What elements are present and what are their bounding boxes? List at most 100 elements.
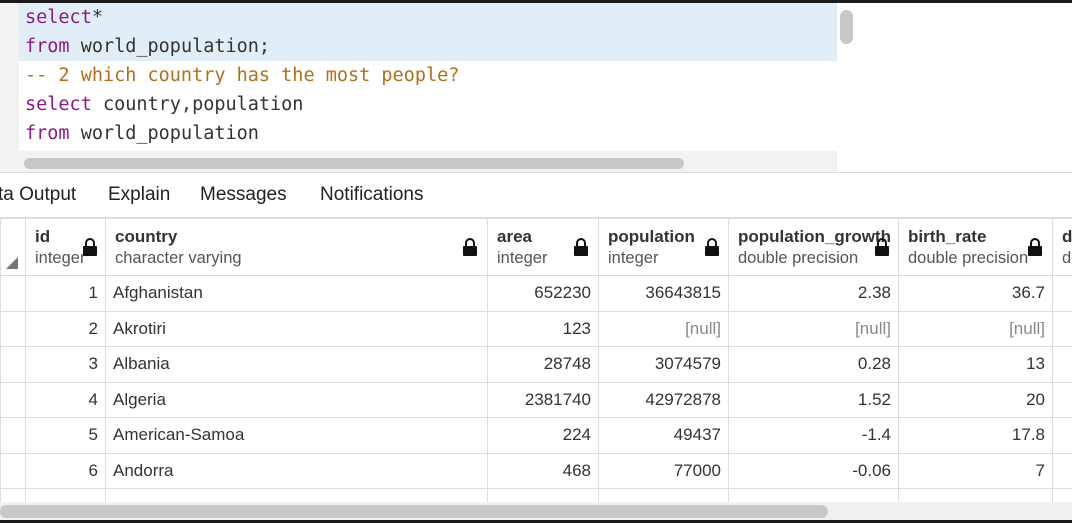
table-cell[interactable]: 1 [25,275,106,312]
column-name: de [1062,227,1072,246]
table-cell[interactable]: -1.4 [728,417,899,454]
table-cell[interactable]: 224 [487,417,599,454]
table-cell[interactable]: 36.7 [898,275,1053,312]
sql-text: * [91,7,103,28]
column-name: country [115,227,178,246]
table-cell[interactable]: Albania [105,346,488,383]
table-cell[interactable]: Afghanistan [105,275,488,312]
table-cell[interactable]: Algeria [105,381,488,418]
data-output-grid: id integer country character varying are… [0,218,1072,502]
table-cell[interactable] [487,488,599,502]
code-line[interactable]: from world_population [19,119,837,148]
table-row[interactable]: 2 Akrotiri 123 [null] [null] [null] [0,310,1072,347]
row-selector[interactable] [0,452,26,489]
tab-messages[interactable]: Messages [200,173,287,217]
table-cell[interactable] [1052,417,1072,454]
tab-notifications[interactable]: Notifications [320,173,424,217]
row-selector[interactable] [0,275,26,312]
table-cell[interactable] [1052,310,1072,347]
results-table: id integer country character varying are… [0,218,1072,502]
table-cell[interactable] [598,488,729,502]
table-row[interactable]: 4 Algeria 2381740 42972878 1.52 20 [0,381,1072,418]
column-header-id[interactable]: id integer [25,218,106,276]
table-cell[interactable] [1052,346,1072,383]
table-cell[interactable] [728,488,899,502]
lock-icon [83,238,97,256]
table-cell[interactable]: 17.8 [898,417,1053,454]
table-cell[interactable] [898,488,1053,502]
table-cell[interactable] [1052,381,1072,418]
table-cell[interactable] [105,488,488,502]
column-type: character varying [115,249,242,267]
table-cell[interactable] [1052,275,1072,312]
row-selector[interactable] [0,417,26,454]
table-cell[interactable]: Akrotiri [105,310,488,347]
column-header-birth-rate[interactable]: birth_rate double precision [898,218,1053,276]
code-line[interactable]: select* [19,3,837,32]
table-row[interactable]: 5 American-Samoa 224 49437 -1.4 17.8 [0,417,1072,454]
table-row[interactable]: 6 Andorra 468 77000 -0.06 7 [0,452,1072,489]
table-cell[interactable]: -0.06 [728,452,899,489]
column-header-population-growth[interactable]: population_growth double precision [728,218,899,276]
table-cell[interactable]: 6 [25,452,106,489]
table-cell[interactable]: 77000 [598,452,729,489]
table-cell[interactable]: 42972878 [598,381,729,418]
tab-data-output[interactable]: ta Output [0,173,93,217]
row-selector[interactable] [0,346,26,383]
table-cell[interactable]: 0.28 [728,346,899,383]
table-cell[interactable]: 13 [898,346,1053,383]
table-cell[interactable]: 652230 [487,275,599,312]
table-cell[interactable]: 2 [25,310,106,347]
table-cell[interactable] [0,488,26,502]
table-cell[interactable]: 20 [898,381,1053,418]
sql-editor[interactable]: select* from world_population; -- 2 which … [0,0,860,172]
tab-explain[interactable]: Explain [108,173,170,217]
table-row[interactable] [0,488,1072,502]
table-cell[interactable]: 36643815 [598,275,729,312]
column-type: do [1062,249,1072,267]
table-cell[interactable] [25,488,106,502]
column-header-partial[interactable]: de do [1052,218,1072,276]
code-line[interactable]: select country,population [19,90,837,119]
table-cell[interactable]: Andorra [105,452,488,489]
sql-comment: -- 2 which country has the most people? [25,65,460,86]
table-row[interactable]: 1 Afghanistan 652230 36643815 2.38 36.7 [0,275,1072,312]
table-cell[interactable]: 2381740 [487,381,599,418]
row-header-corner[interactable] [0,218,26,276]
editor-vertical-scrollbar[interactable] [840,10,853,44]
table-cell[interactable]: 5 [25,417,106,454]
column-header-population[interactable]: population integer [598,218,729,276]
table-cell[interactable] [1052,488,1072,502]
grid-horizontal-scrollbar[interactable] [0,505,828,518]
editor-side-panel [860,0,1072,172]
sql-keyword: select [25,94,92,115]
table-cell[interactable]: [null] [598,310,729,347]
table-cell[interactable]: [null] [898,310,1053,347]
table-cell[interactable]: 28748 [487,346,599,383]
table-cell[interactable]: 2.38 [728,275,899,312]
sort-triangle-icon [6,257,18,269]
code-line[interactable]: -- 2 which country has the most people? [19,61,837,90]
sql-text: country,population [91,94,304,115]
table-cell[interactable]: 123 [487,310,599,347]
sql-keyword: from [25,123,70,144]
table-cell[interactable] [1052,452,1072,489]
table-cell[interactable]: 468 [487,452,599,489]
lock-icon [875,238,889,256]
column-header-country[interactable]: country character varying [105,218,488,276]
code-line[interactable]: from world_population; [19,32,837,61]
table-cell[interactable]: 3074579 [598,346,729,383]
table-row[interactable]: 3 Albania 28748 3074579 0.28 13 [0,346,1072,383]
table-cell[interactable]: 1.52 [728,381,899,418]
table-cell[interactable]: American-Samoa [105,417,488,454]
editor-horizontal-scrollbar[interactable] [24,158,684,169]
table-cell[interactable]: [null] [728,310,899,347]
row-selector[interactable] [0,310,26,347]
row-selector[interactable] [0,381,26,418]
table-cell[interactable]: 7 [898,452,1053,489]
column-header-area[interactable]: area integer [487,218,599,276]
table-cell[interactable]: 4 [25,381,106,418]
table-cell[interactable]: 3 [25,346,106,383]
table-cell[interactable]: 49437 [598,417,729,454]
code-lines[interactable]: select* from world_population; -- 2 which … [19,3,837,148]
